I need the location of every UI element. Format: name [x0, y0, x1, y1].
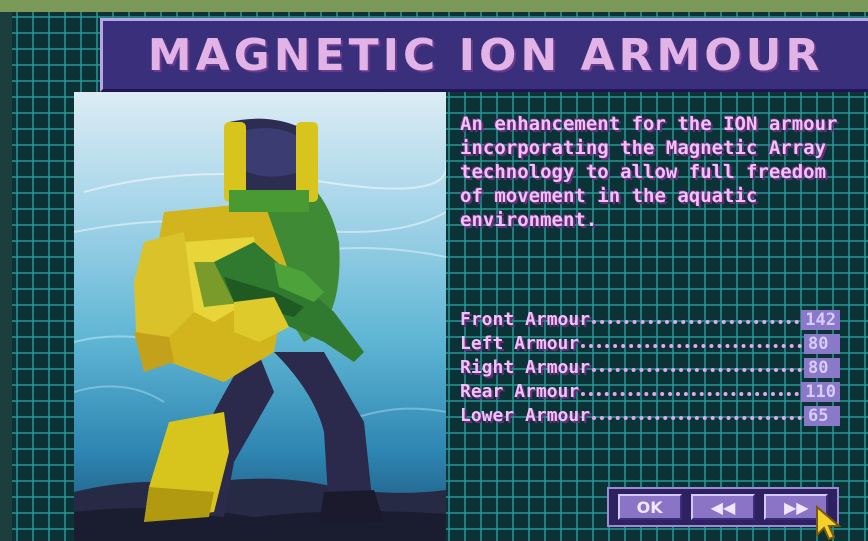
stat-row-lower: Lower Armour 65: [460, 402, 840, 426]
title-bar: MAGNETIC ION ARMOUR: [100, 18, 868, 92]
stat-leader-dots: [581, 391, 800, 396]
previous-button[interactable]: ◀◀: [690, 494, 755, 520]
armour-description: An enhancement for the ION armour incorp…: [460, 113, 838, 231]
stat-value: 80: [804, 334, 840, 354]
stat-leader-dots: [581, 343, 802, 348]
left-border: [0, 12, 12, 541]
rewind-icon: ◀◀: [710, 497, 736, 517]
stat-leader-dots: [592, 319, 800, 324]
ok-button[interactable]: OK: [617, 494, 682, 520]
stat-value: 80: [804, 358, 840, 378]
ok-button-label: OK: [636, 497, 663, 517]
stat-leader-dots: [592, 415, 802, 420]
navigation-buttons: OK ◀◀ ▶▶: [607, 487, 839, 527]
stat-label: Front Armour: [460, 309, 591, 330]
stat-row-front: Front Armour 142: [460, 306, 840, 330]
stat-value: 142: [801, 310, 840, 330]
stat-label: Right Armour: [460, 357, 591, 378]
stat-row-rear: Rear Armour 110: [460, 378, 840, 402]
stat-row-right: Right Armour 80: [460, 354, 840, 378]
stat-value: 110: [801, 382, 840, 402]
page-title: MAGNETIC ION ARMOUR: [147, 29, 824, 81]
stat-value: 65: [804, 406, 840, 426]
armour-info-screen: MAGNETIC ION ARMOUR An enhancement for t…: [0, 0, 868, 541]
armour-stats: Front Armour 142 Left Armour 80 Right Ar…: [460, 306, 840, 426]
stat-label: Rear Armour: [460, 381, 580, 402]
armoured-soldier-illustration: [74, 118, 446, 541]
top-border: [0, 0, 868, 12]
stat-label: Left Armour: [460, 333, 580, 354]
stat-label: Lower Armour: [460, 405, 591, 426]
fast-forward-icon: ▶▶: [784, 497, 809, 517]
stat-row-left: Left Armour 80: [460, 330, 840, 354]
arrow-cursor-icon: [816, 505, 841, 541]
stat-leader-dots: [592, 367, 802, 372]
armour-portrait: [74, 92, 446, 541]
